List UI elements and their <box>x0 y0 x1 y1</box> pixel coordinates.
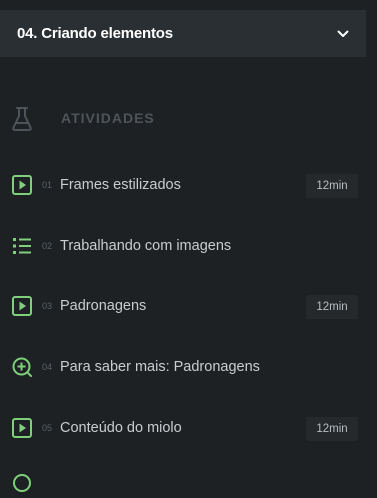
activity-number: 03 <box>42 301 53 311</box>
activity-item-04[interactable]: 04 Para saber mais: Padronagens <box>0 347 366 387</box>
duration-badge: 12min <box>306 174 358 198</box>
duration-badge: 12min <box>306 295 358 319</box>
video-play-icon <box>12 418 32 438</box>
next-activity-icon <box>12 473 32 493</box>
activity-label: Para saber mais: Padronagens <box>60 359 260 375</box>
activity-label: Frames estilizados <box>60 177 181 193</box>
activity-number: 02 <box>42 241 53 251</box>
activity-item-02[interactable]: 02 Trabalhando com imagens <box>0 226 366 266</box>
chevron-down-icon[interactable] <box>336 27 350 41</box>
activities-header: ATIVIDADES <box>0 100 366 138</box>
section-header[interactable]: 04. Criando elementos <box>0 10 366 57</box>
video-play-icon <box>12 296 32 316</box>
activities-title: ATIVIDADES <box>61 110 155 126</box>
duration-badge: 12min <box>306 417 358 441</box>
activity-item-01[interactable]: 01 Frames estilizados 12min <box>0 165 366 205</box>
activity-item-03[interactable]: 03 Padronagens 12min <box>0 286 366 326</box>
activity-label: Trabalhando com imagens <box>60 238 232 254</box>
video-play-icon <box>12 175 32 195</box>
section-title: 04. Criando elementos <box>17 25 173 42</box>
activity-item-05[interactable]: 05 Conteúdo do miolo 12min <box>0 408 366 448</box>
list-icon <box>12 236 32 256</box>
activity-number: 01 <box>42 180 53 190</box>
activity-label: Padronagens <box>60 298 147 314</box>
activity-label: Conteúdo do miolo <box>60 420 182 436</box>
flask-icon <box>11 106 33 132</box>
plus-circle-icon <box>12 357 32 377</box>
activity-number: 05 <box>42 423 53 433</box>
activity-number: 04 <box>42 362 53 372</box>
